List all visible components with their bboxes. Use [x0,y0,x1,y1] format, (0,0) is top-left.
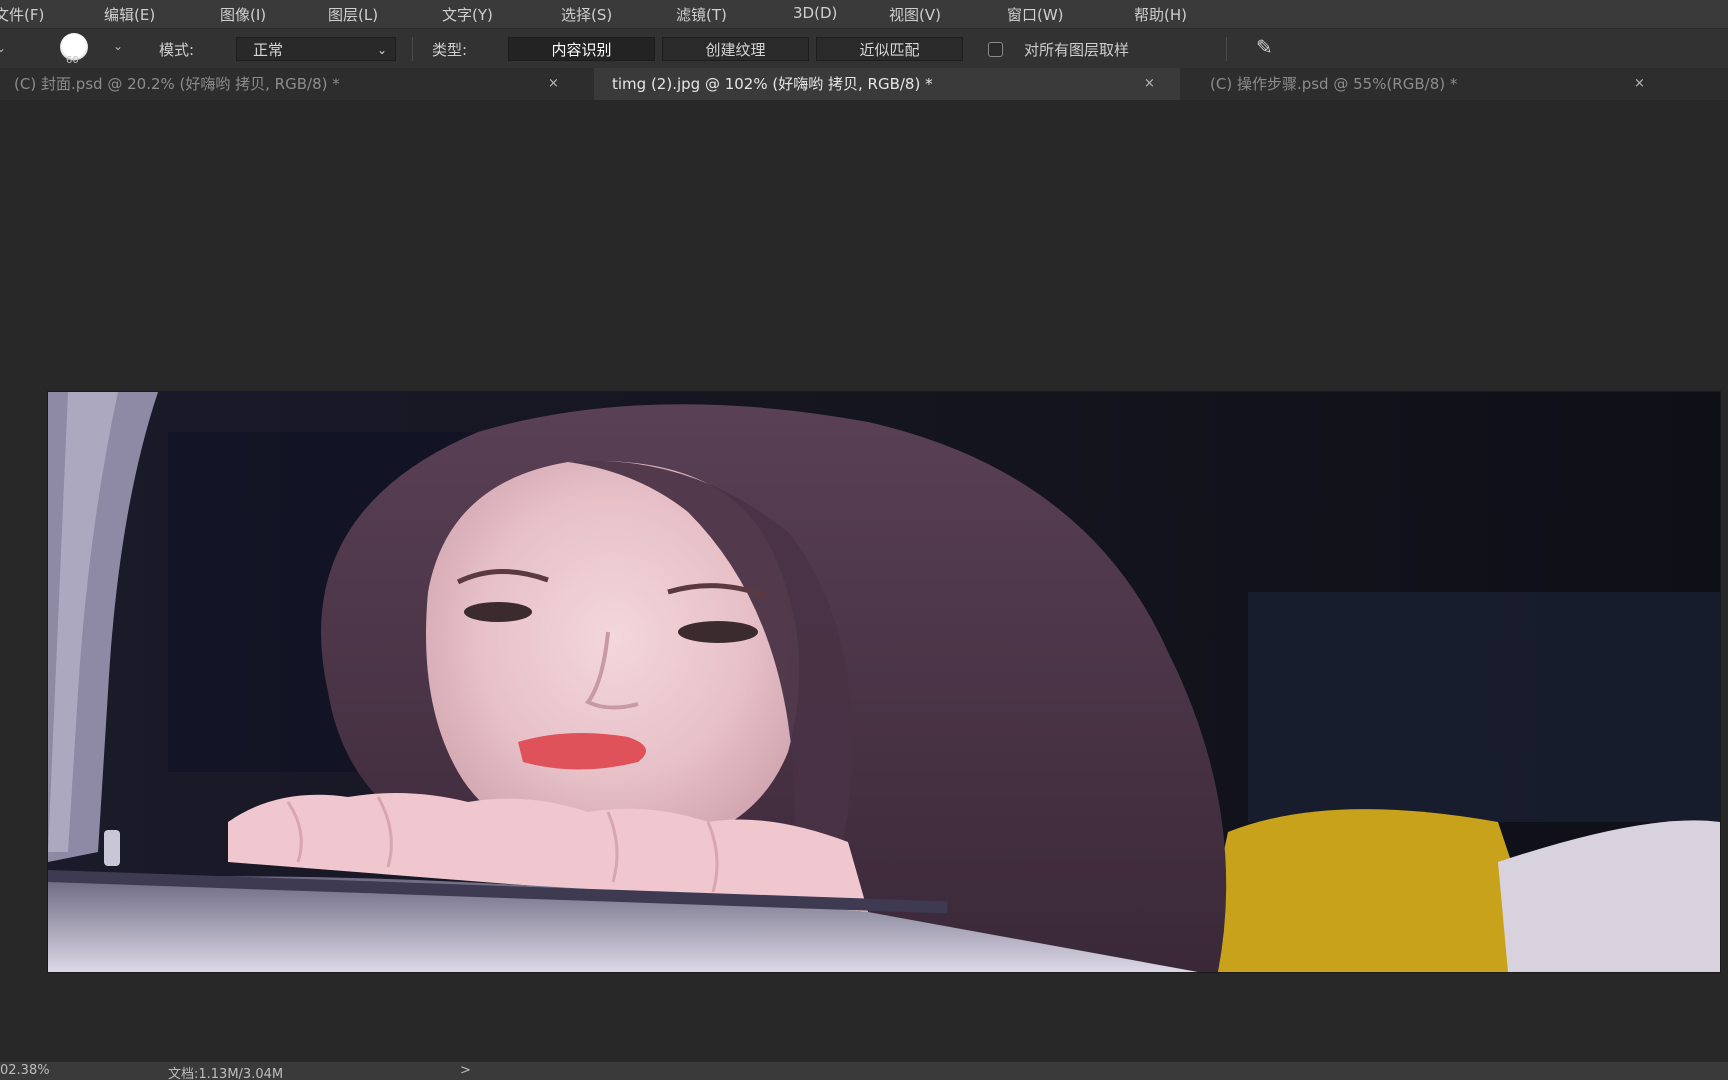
mode-select[interactable]: 正常 ⌄ [236,37,396,61]
menu-bar: 文件(F) 编辑(E) 图像(I) 图层(L) 文字(Y) 选择(S) 滤镜(T… [0,0,1728,28]
sample-all-layers-checkbox[interactable] [988,42,1003,57]
photo-girl-in-car-window [48,392,1720,972]
mode-label: 模式: [159,41,195,59]
menu-3d[interactable]: 3D(D) [793,4,837,22]
tab-cover-psd[interactable]: (C) 封面.psd @ 20.2% (好嗨哟 拷贝, RGB/8) * × [0,68,585,100]
close-icon[interactable]: × [548,68,559,100]
menu-layer[interactable]: 图层(L) [328,4,378,25]
status-menu-arrow-icon[interactable]: > [460,1063,471,1078]
brush-size-label: 60 [66,55,79,66]
mode-select-value: 正常 [253,41,284,59]
close-icon[interactable]: × [1144,68,1155,100]
separator [412,37,413,61]
separator [1226,37,1227,61]
proximity-match-button[interactable]: 近似匹配 [816,37,963,61]
menu-type[interactable]: 文字(Y) [442,4,493,25]
menu-filter[interactable]: 滤镜(T) [676,4,727,25]
zoom-level[interactable]: 02.38% [0,1063,50,1078]
tab-steps-psd[interactable]: (C) 操作步骤.psd @ 55%(RGB/8) * × [1196,68,1728,100]
menu-window[interactable]: 窗口(W) [1007,4,1064,25]
sample-all-layers-label: 对所有图层取样 [1024,41,1130,59]
photoshop-window: 文件(F) 编辑(E) 图像(I) 图层(L) 文字(Y) 选择(S) 滤镜(T… [0,0,1728,1080]
menu-help[interactable]: 帮助(H) [1134,4,1187,25]
type-label: 类型: [432,41,468,59]
close-icon[interactable]: × [1634,68,1645,100]
mode-chevron-down-icon: ⌄ [376,43,387,57]
tool-preset-chevron-icon[interactable]: ⌄ [0,41,6,55]
status-bar: 02.38% 文档:1.13M/3.04M > [0,1062,1728,1080]
tab-label: (C) 封面.psd @ 20.2% (好嗨哟 拷贝, RGB/8) * [14,75,340,93]
options-bar: ⌄ 60 ⌄ 模式: 正常 ⌄ 类型: 内容识别 创建纹理 近似匹配 对所有图层… [0,28,1728,69]
brush-pressure-icon[interactable]: ✎ [1256,35,1273,59]
create-texture-button[interactable]: 创建纹理 [662,37,809,61]
document-size: 文档:1.13M/3.04M [168,1067,284,1080]
tab-label: (C) 操作步骤.psd @ 55%(RGB/8) * [1210,75,1458,93]
document-image[interactable] [48,392,1720,972]
tab-label: timg (2).jpg @ 102% (好嗨哟 拷贝, RGB/8) * [612,75,933,93]
menu-file[interactable]: 文件(F) [0,4,44,25]
menu-select[interactable]: 选择(S) [561,4,612,25]
brush-picker-chevron-icon[interactable]: ⌄ [113,39,123,53]
document-tabs: (C) 封面.psd @ 20.2% (好嗨哟 拷贝, RGB/8) * × t… [0,68,1728,101]
menu-image[interactable]: 图像(I) [220,4,266,25]
menu-view[interactable]: 视图(V) [889,4,941,25]
canvas-area[interactable] [0,100,1728,1062]
content-aware-button[interactable]: 内容识别 [508,37,655,61]
tab-timg-jpg[interactable]: timg (2).jpg @ 102% (好嗨哟 拷贝, RGB/8) * × [594,68,1180,100]
menu-edit[interactable]: 编辑(E) [104,4,155,25]
